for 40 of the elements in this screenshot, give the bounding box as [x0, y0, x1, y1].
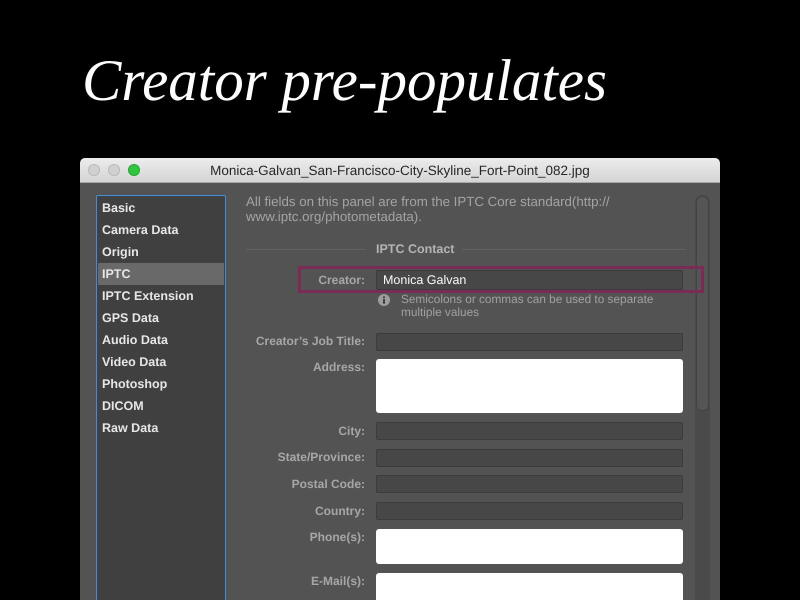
slide-title: Creator pre-populates — [82, 48, 607, 113]
text-area[interactable] — [376, 528, 683, 564]
field-label: Creator: — [318, 272, 365, 288]
sidebar-item[interactable]: Video Data — [98, 351, 224, 373]
section-heading: IPTC Contact — [376, 241, 454, 257]
scrollbar-thumb[interactable] — [696, 196, 709, 411]
field-label: Country: — [315, 504, 365, 519]
field-label: Phone(s): — [310, 528, 365, 545]
text-field[interactable] — [376, 332, 683, 351]
text-area[interactable] — [376, 359, 683, 414]
sidebar-item[interactable]: IPTC — [98, 263, 224, 285]
sidebar-item[interactable]: GPS Data — [98, 307, 224, 329]
sidebar-item[interactable]: Audio Data — [98, 329, 224, 351]
sidebar-item[interactable]: Origin — [98, 241, 224, 263]
sidebar-item[interactable]: DICOM — [98, 395, 224, 417]
text-field[interactable] — [376, 448, 683, 467]
field-label: City: — [338, 424, 365, 439]
field-label: Address: — [312, 359, 365, 376]
text-field[interactable] — [376, 422, 683, 440]
window-title: Monica-Galvan_San-Francisco-City-Skyline_Fort-Point_082.jpg — [210, 162, 590, 178]
sidebar-item[interactable]: Raw Data — [98, 417, 224, 439]
sidebar-item[interactable]: IPTC Extension — [98, 285, 224, 307]
hint-text: Semicolons or commas can be used to separate multiple values — [401, 293, 654, 319]
text-area[interactable] — [376, 572, 683, 600]
intro-text: All fields on this panel are from the IPTC Core standard(http:// www.iptc.org/photometadata). — [246, 194, 610, 224]
sidebar-item[interactable]: Basic — [98, 197, 224, 219]
field-label: Postal Code: — [292, 476, 365, 492]
sidebar-item[interactable]: Photoshop — [98, 373, 224, 395]
field-label: Creator’s Job Title: — [256, 334, 365, 350]
field-label: State/Province: — [278, 450, 365, 466]
text-field[interactable] — [376, 475, 683, 494]
text-field[interactable] — [376, 502, 683, 520]
field-label: E-Mail(s): — [311, 572, 365, 588]
scrollbar-track[interactable] — [695, 195, 710, 600]
zoom-button[interactable] — [128, 164, 140, 176]
info-icon — [378, 294, 390, 306]
text-field[interactable]: Monica Galvan — [376, 270, 683, 290]
sidebar-item[interactable]: Camera Data — [98, 219, 224, 241]
minimize-button[interactable] — [108, 164, 120, 176]
close-button[interactable] — [88, 164, 100, 176]
